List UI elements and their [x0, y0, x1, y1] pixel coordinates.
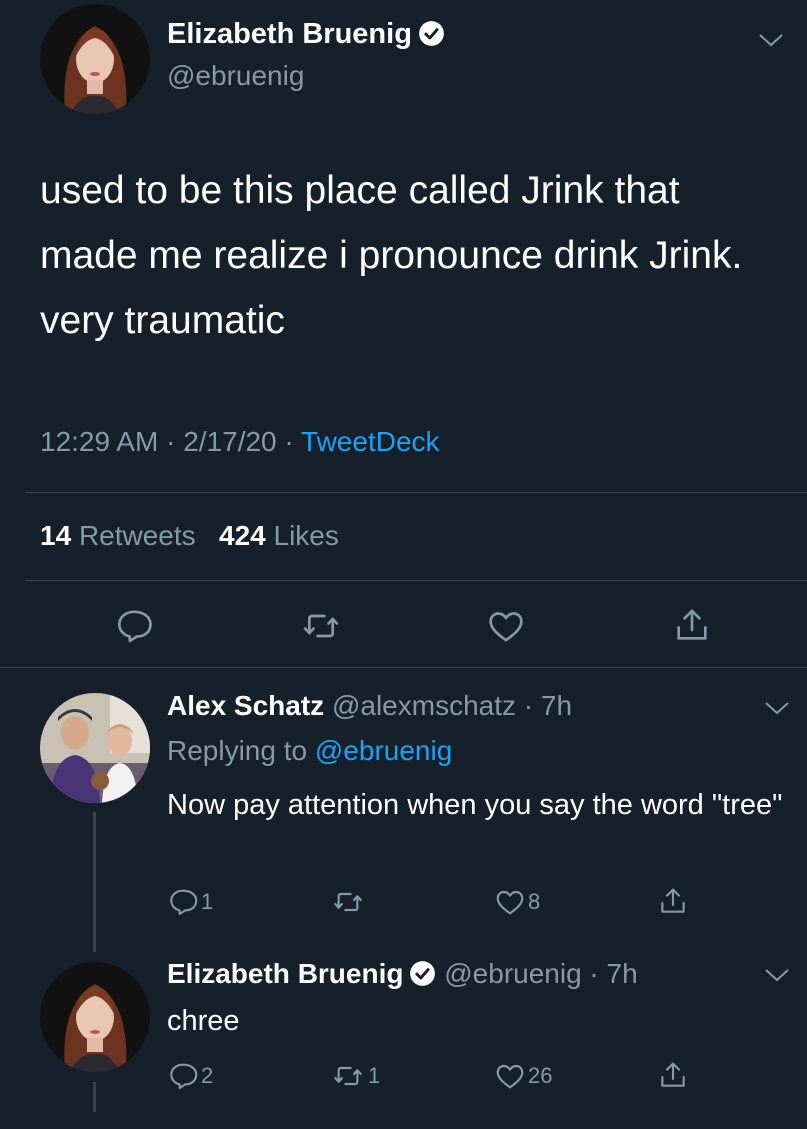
reply-header: Elizabeth Bruenig @ebruenig · 7h [167, 958, 638, 990]
like-button[interactable]: 8 [494, 886, 540, 918]
replying-to: Replying to @ebruenig [167, 735, 452, 767]
chevron-down-icon[interactable] [763, 698, 791, 718]
thread-connector [93, 1082, 96, 1112]
divider [25, 492, 807, 493]
reply-age[interactable]: 7h [541, 690, 572, 721]
reply-text: Now pay attention when you say the word … [167, 789, 783, 821]
meta-separator: · [276, 426, 302, 457]
chevron-down-icon[interactable] [763, 965, 791, 985]
meta-separator: · [516, 690, 541, 721]
reply-text: chree [167, 1005, 240, 1037]
share-button[interactable] [657, 1058, 689, 1092]
retweet-icon [334, 1066, 362, 1086]
reply-avatar[interactable] [40, 693, 150, 803]
share-icon [661, 1062, 685, 1087]
reply-age[interactable]: 7h [607, 958, 638, 989]
retweets-stat[interactable]: 14 Retweets [40, 520, 196, 551]
verified-badge-icon [418, 20, 445, 47]
reply-button[interactable] [114, 606, 154, 646]
like-count: 8 [528, 889, 541, 914]
share-icon [661, 888, 685, 913]
tweet-meta: 12:29 AM · 2/17/20 · TweetDeck [40, 426, 440, 458]
likes-label: Likes [273, 520, 339, 551]
likes-stat[interactable]: 424 Likes [219, 520, 339, 551]
reply-button[interactable]: 1 [167, 886, 213, 918]
tweet-time: 12:29 AM [40, 426, 159, 457]
reply-author-handle[interactable]: @alexmschatz [332, 690, 516, 721]
verified-badge-icon [409, 960, 436, 987]
share-button[interactable] [672, 604, 712, 646]
meta-separator: · [581, 958, 607, 989]
divider [0, 667, 807, 668]
thread-connector [93, 812, 96, 952]
reply-avatar[interactable] [40, 962, 150, 1072]
author-name[interactable]: Elizabeth Bruenig [167, 18, 412, 50]
reply-header: Alex Schatz @alexmschatz · 7h [167, 690, 572, 722]
engagement-stats: 14 Retweets 424 Likes [40, 520, 339, 552]
retweet-button[interactable]: 1 [330, 1060, 380, 1092]
reply-author-name[interactable]: Elizabeth Bruenig [167, 958, 403, 989]
chevron-down-icon[interactable] [757, 30, 785, 50]
likes-count: 424 [219, 520, 266, 551]
reply-author-handle[interactable]: @ebruenig [444, 958, 581, 989]
reply-icon [170, 1063, 198, 1090]
like-button[interactable] [486, 606, 526, 646]
share-icon [677, 609, 707, 640]
reply-button[interactable]: 2 [167, 1060, 213, 1092]
author-avatar[interactable] [40, 4, 150, 114]
retweet-icon [303, 614, 339, 638]
heart-icon [496, 1064, 524, 1089]
tweet-date[interactable]: 2/17/20 [183, 426, 276, 457]
reply-count: 1 [201, 889, 214, 914]
reply-icon [170, 889, 198, 916]
retweet-button[interactable] [300, 606, 342, 646]
share-button[interactable] [657, 884, 689, 918]
author-name-row[interactable]: Elizabeth Bruenig [167, 18, 445, 51]
heart-icon [489, 612, 523, 642]
divider [25, 580, 807, 581]
reply-icon [118, 610, 152, 643]
author-handle[interactable]: @ebruenig [167, 60, 304, 92]
retweets-count: 14 [40, 520, 72, 551]
replying-to-handle[interactable]: @ebruenig [315, 735, 452, 766]
retweets-label: Retweets [78, 520, 196, 551]
reply-count: 2 [201, 1063, 214, 1088]
reply-author-name[interactable]: Alex Schatz [167, 690, 324, 721]
retweet-count: 1 [368, 1063, 381, 1088]
meta-separator: · [158, 426, 184, 457]
tweet-text: used to be this place called Jrink that … [40, 169, 743, 342]
retweet-button[interactable] [330, 886, 368, 918]
heart-icon [496, 890, 524, 915]
retweet-icon [334, 892, 362, 912]
replying-to-label: Replying to [167, 735, 315, 766]
like-button[interactable]: 26 [494, 1060, 552, 1092]
tweet-source-link[interactable]: TweetDeck [301, 426, 440, 457]
like-count: 26 [528, 1063, 553, 1088]
